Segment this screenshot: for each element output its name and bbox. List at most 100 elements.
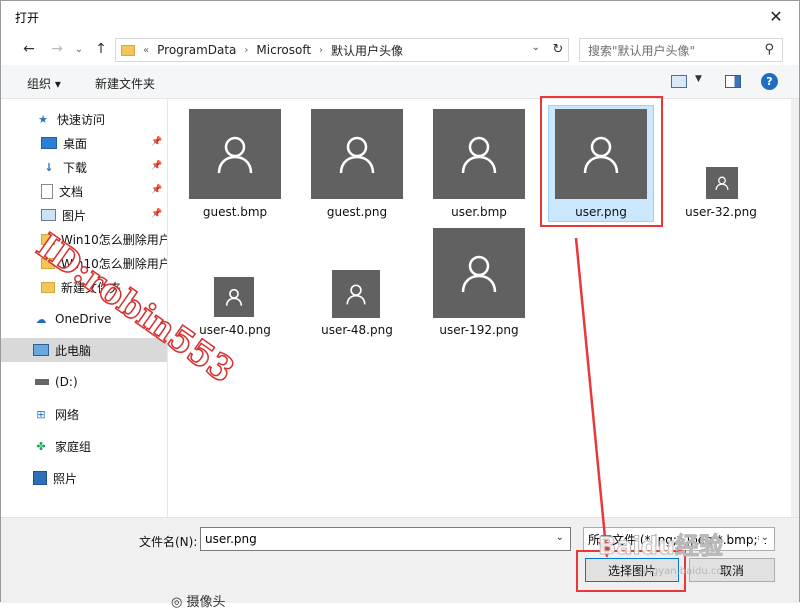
sidebar-item-photos[interactable]: 照片 [1, 466, 167, 490]
search-placeholder: 搜索"默认用户头像" [588, 43, 696, 58]
up-arrow-icon[interactable]: ↑ [91, 39, 111, 59]
file-item-user-40-png[interactable]: user-40.png [188, 227, 282, 343]
address-bar[interactable]: « ProgramData › Microsoft › 默认用户头像 ⌄ [115, 38, 569, 62]
recent-locations-icon[interactable]: ⌄ [69, 39, 89, 59]
background-cutoff-text: ◎ 摄像头 [171, 595, 226, 610]
sidebar-item-label: 网络 [55, 407, 80, 422]
sidebar-item-homegroup[interactable]: ✤ 家庭组 [1, 434, 167, 458]
user-avatar-icon [311, 109, 403, 199]
dialog-title: 打开 [15, 11, 40, 25]
sidebar-item-label: 下载 [63, 160, 88, 175]
sidebar-item-label: 家庭组 [55, 439, 92, 454]
file-name: user-32.png [685, 205, 757, 219]
sidebar-item-label: 照片 [53, 471, 78, 486]
command-toolbar: 组织 ▾ 新建文件夹 ▼ ? [1, 65, 799, 99]
file-item-user-48-png[interactable]: user-48.png [310, 227, 404, 343]
pictures-icon [41, 209, 56, 221]
chevron-down-icon[interactable]: ⌄ [532, 42, 540, 53]
overflow-chevron-icon[interactable]: « [143, 45, 149, 56]
sidebar-item-label: Win10怎么删除用户 [61, 256, 167, 271]
filename-value: user.png [205, 532, 257, 546]
navigation-pane: ★ 快速访问 桌面 📌 ↓ 下载 📌 文档 📌 图片 📌 Win10怎么删除用户 [1, 99, 167, 517]
breadcrumb-microsoft[interactable]: Microsoft [256, 43, 311, 57]
network-icon: ⊞ [36, 407, 46, 421]
chevron-down-icon[interactable]: ⌄ [758, 532, 769, 543]
sidebar-item-pictures[interactable]: 图片 📌 [1, 203, 167, 227]
user-avatar-icon [332, 270, 380, 318]
preview-pane-icon[interactable] [725, 75, 741, 88]
sidebar-item-quick-access[interactable]: ★ 快速访问 [1, 107, 167, 131]
user-avatar-icon [706, 167, 738, 199]
sidebar-item-new-folder[interactable]: 新建文件夹 [1, 275, 167, 299]
filename-input[interactable]: user.png ⌄ [200, 527, 571, 551]
file-list: guest.bmp guest.png user.bmp user.png us… [168, 99, 791, 517]
open-button[interactable]: 选择图片 [585, 558, 679, 582]
sidebar-item-documents[interactable]: 文档 📌 [1, 179, 167, 203]
vertical-scrollbar[interactable] [791, 99, 799, 517]
chevron-right-icon[interactable]: › [319, 45, 323, 56]
breadcrumb-programdata[interactable]: ProgramData [157, 43, 236, 57]
organize-button[interactable]: 组织 ▾ [27, 75, 61, 92]
sidebar-item-desktop[interactable]: 桌面 📌 [1, 131, 167, 155]
sidebar-item-label: 新建文件夹 [61, 280, 122, 295]
user-avatar-icon [214, 277, 254, 317]
user-avatar-icon [433, 109, 525, 199]
user-avatar-icon [189, 109, 281, 199]
help-icon[interactable]: ? [761, 73, 778, 90]
forward-arrow-icon[interactable]: → [47, 39, 67, 59]
file-name: user-192.png [439, 323, 519, 337]
user-avatar-icon [555, 109, 647, 199]
title-bar: 打开 ✕ [1, 1, 799, 33]
view-dropdown-icon[interactable]: ▼ [695, 74, 702, 84]
view-mode-icon[interactable] [671, 75, 687, 88]
file-name: guest.png [326, 205, 388, 219]
sidebar-item-folder[interactable]: Win10怎么删除用户 [1, 251, 167, 275]
chevron-right-icon[interactable]: › [244, 45, 248, 56]
sidebar-item-label: (D:) [55, 375, 78, 389]
star-icon: ★ [38, 112, 48, 126]
file-item-user-png[interactable]: user.png [548, 105, 654, 223]
file-item-user-bmp[interactable]: user.bmp [432, 107, 526, 225]
file-name: user-40.png [199, 323, 271, 337]
close-icon[interactable]: ✕ [753, 1, 799, 31]
pin-icon[interactable]: 📌 [151, 209, 162, 219]
file-name: user.bmp [451, 205, 507, 219]
breadcrumb-current-folder[interactable]: 默认用户头像 [331, 42, 403, 59]
photos-icon [33, 471, 47, 485]
open-file-dialog: 打开 ✕ ← → ⌄ ↑ « ProgramData › Microsoft ›… [0, 0, 800, 610]
folder-icon [41, 281, 55, 293]
search-icon[interactable]: ⚲ [764, 42, 774, 57]
pin-icon[interactable]: 📌 [151, 137, 162, 147]
sidebar-item-label: Win10怎么删除用户 [61, 232, 167, 247]
refresh-icon[interactable]: ↻ [549, 40, 567, 58]
file-item-user-32-png[interactable]: user-32.png [674, 107, 768, 225]
sidebar-item-label: 此电脑 [55, 343, 92, 358]
sidebar-item-label: 快速访问 [57, 112, 106, 127]
file-item-guest-png[interactable]: guest.png [310, 107, 404, 225]
document-icon [41, 183, 53, 199]
new-folder-button[interactable]: 新建文件夹 [95, 75, 155, 92]
cancel-button[interactable]: 取消 [689, 558, 775, 582]
file-type-filter[interactable]: 所有文件 (*.jpg;*.jpeg;*.bmp;*. ⌄ [583, 527, 775, 551]
file-item-guest-bmp[interactable]: guest.bmp [188, 107, 282, 225]
file-type-value: 所有文件 (*.jpg;*.jpeg;*.bmp;*. [588, 532, 768, 547]
sidebar-item-downloads[interactable]: ↓ 下载 📌 [1, 155, 167, 179]
chevron-down-icon[interactable]: ⌄ [556, 532, 564, 543]
computer-icon [33, 344, 49, 356]
download-icon: ↓ [44, 160, 54, 174]
sidebar-item-network[interactable]: ⊞ 网络 [1, 402, 167, 426]
search-box[interactable]: 搜索"默认用户头像" ⚲ [579, 38, 783, 62]
file-name: user-48.png [321, 323, 393, 337]
folder-icon [121, 44, 135, 56]
file-item-user-192-png[interactable]: user-192.png [432, 227, 526, 343]
sidebar-item-this-pc[interactable]: 此电脑 [1, 338, 167, 362]
sidebar-item-label: 图片 [62, 208, 87, 223]
folder-icon [41, 233, 55, 245]
user-avatar-icon [433, 228, 525, 318]
pin-icon[interactable]: 📌 [151, 161, 162, 171]
pin-icon[interactable]: 📌 [151, 185, 162, 195]
sidebar-item-drive-d[interactable]: (D:) [1, 370, 167, 394]
back-arrow-icon[interactable]: ← [19, 39, 39, 59]
sidebar-item-onedrive[interactable]: ☁ OneDrive [1, 307, 167, 331]
sidebar-item-folder[interactable]: Win10怎么删除用户 [1, 227, 167, 251]
